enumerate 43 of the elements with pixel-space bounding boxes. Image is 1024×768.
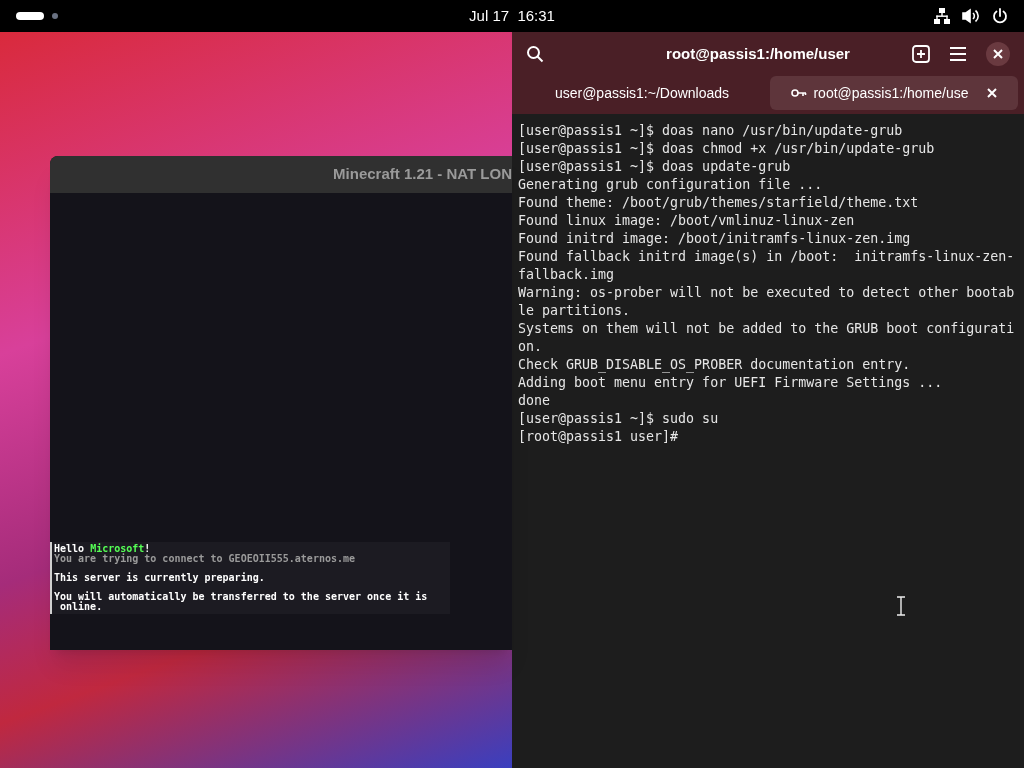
terminal-line: le partitions. (518, 302, 631, 320)
terminal-line: on. (518, 338, 543, 356)
terminal-line: Adding boot menu entry for UEFI Firmware Settings ... (518, 374, 943, 392)
terminal-line: Warning: os-prober will not be executed to detect other bootab (518, 284, 1015, 302)
chat-line: This server is currently preparing. (54, 573, 266, 583)
terminal-line: Found theme: /boot/grub/themes/starfield/theme.txt (518, 194, 919, 212)
close-icon (993, 49, 1003, 59)
search-icon (526, 45, 544, 63)
volume-icon[interactable] (962, 8, 980, 24)
menu-button[interactable] (950, 47, 966, 61)
terminal-line: [user@passis1 ~]$ sudo su (518, 410, 719, 428)
close-tab-icon[interactable] (986, 88, 997, 98)
terminal-line: Found initrd image: /boot/initramfs-linux-zen.img (518, 230, 911, 248)
terminal-line: Found fallback initrd image(s) in /boot: initramfs-linux-zen- (518, 248, 1015, 266)
terminal-line: Systems on them will not be added to the GRUB boot configurati (518, 320, 1015, 338)
search-button[interactable] (526, 45, 544, 63)
terminal-line: done (518, 392, 551, 410)
terminal-title: root@passis1:/home/user (665, 43, 851, 64)
terminal-tab[interactable]: user@passis1:~/Downloads (518, 76, 766, 110)
window-title: Minecraft 1.21 - NAT LON (333, 164, 512, 185)
terminal-line: Found linux image: /boot/vmlinuz-linux-zen (518, 212, 855, 230)
close-button[interactable] (986, 42, 1010, 66)
workspace-indicator[interactable] (52, 13, 58, 19)
terminal-line: [root@passis1 user]# (518, 428, 679, 446)
terminal-line: Check GRUB_DISABLE_OS_PROBER documentation entry. (518, 356, 911, 374)
chat-line: online. (59, 602, 104, 612)
terminal-line: [user@passis1 ~]$ doas update-grub (518, 158, 791, 176)
new-tab-button[interactable] (912, 45, 930, 63)
terminal-line: [user@passis1 ~]$ doas nano /usr/bin/update-grub (518, 122, 903, 140)
menu-icon (950, 47, 966, 61)
chat-line: You will automatically be transferred to the server once it is (54, 592, 429, 602)
chat-line: You are trying to connect to GEOEOII555.aternos.me (54, 554, 357, 564)
terminal-line: fallback.img (518, 266, 615, 284)
terminal-line: [user@passis1 ~]$ doas chmod +x /usr/bin/update-grub (518, 140, 935, 158)
power-icon[interactable] (992, 8, 1008, 24)
terminal-line: Generating grub configuration file ... (518, 176, 823, 194)
network-icon[interactable] (934, 8, 950, 24)
workspace-indicator[interactable] (16, 12, 44, 20)
chat-line: Hello Microsoft! (54, 544, 152, 554)
text-cursor-icon (896, 596, 906, 616)
plus-icon (912, 45, 930, 63)
terminal-tab[interactable]: root@passis1:/home/use (770, 76, 1018, 110)
clock[interactable]: Jul 17 16:31 (469, 4, 555, 28)
